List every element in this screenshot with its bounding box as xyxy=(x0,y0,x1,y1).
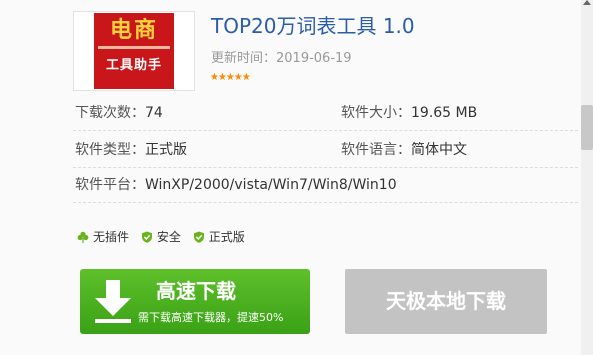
language-info: 软件语言：简体中文 xyxy=(341,140,467,160)
type-value: 正式版 xyxy=(145,142,187,158)
info-row-2: 软件类型：正式版 软件语言：简体中文 xyxy=(73,134,578,168)
fast-download-button[interactable]: 高速下载 需下载高速下载器，提速50% xyxy=(80,269,310,334)
feature-tags: 无插件 安全 正式版 xyxy=(77,229,253,245)
info-row-3: 软件平台：WinXP/2000/vista/Win7/Win8/Win10 xyxy=(73,169,578,203)
platform-info: 软件平台：WinXP/2000/vista/Win7/Win8/Win10 xyxy=(75,175,397,195)
scroll-up-icon[interactable] xyxy=(583,0,591,5)
tag-official: 正式版 xyxy=(193,229,245,245)
downloads-info: 下载次数：74 xyxy=(75,103,163,123)
size-value: 19.65 MB xyxy=(411,105,478,121)
tag-no-plugin: 无插件 xyxy=(77,229,129,245)
app-title: TOP20万词表工具 1.0 xyxy=(211,14,415,38)
update-date: 2019-06-19 xyxy=(276,51,352,66)
local-download-button[interactable]: 天极本地下载 xyxy=(345,269,547,334)
local-download-label: 天极本地下载 xyxy=(386,289,506,313)
downloads-label: 下载次数： xyxy=(75,105,145,121)
update-time: 更新时间：2019-06-19 xyxy=(211,50,352,68)
rating-stars: ★★★★★ xyxy=(210,72,251,83)
type-info: 软件类型：正式版 xyxy=(75,140,187,160)
platform-label: 软件平台： xyxy=(75,177,145,193)
shield-check-icon xyxy=(141,231,152,243)
clover-icon xyxy=(77,231,89,243)
update-label: 更新时间： xyxy=(211,51,277,66)
tag-safe: 安全 xyxy=(141,229,181,245)
size-info: 软件大小：19.65 MB xyxy=(341,103,477,123)
fast-download-sublabel: 需下载高速下载器，提速50% xyxy=(138,311,284,324)
download-arrow-icon xyxy=(95,280,131,323)
type-label: 软件类型： xyxy=(75,142,145,158)
size-label: 软件大小： xyxy=(341,105,411,121)
platform-value: WinXP/2000/vista/Win7/Win8/Win10 xyxy=(145,177,397,193)
logo-badge: 电商 工具助手 xyxy=(94,13,174,89)
logo-text-top: 电商 xyxy=(109,18,158,43)
tag-no-plugin-label: 无插件 xyxy=(93,230,130,244)
logo-divider xyxy=(98,46,170,49)
tag-official-label: 正式版 xyxy=(208,230,245,244)
scrollbar[interactable] xyxy=(581,0,593,355)
tag-safe-label: 安全 xyxy=(156,230,181,244)
language-value: 简体中文 xyxy=(411,142,467,158)
shield-check-icon xyxy=(193,231,204,243)
info-row-1: 下载次数：74 软件大小：19.65 MB xyxy=(73,97,578,131)
downloads-value: 74 xyxy=(145,105,163,121)
download-card: 电商 工具助手 TOP20万词表工具 1.0 更新时间：2019-06-19 ★… xyxy=(0,0,593,355)
scroll-thumb[interactable] xyxy=(581,105,593,150)
app-logo: 电商 工具助手 xyxy=(73,11,195,91)
fast-download-label: 高速下载 xyxy=(156,279,236,303)
language-label: 软件语言： xyxy=(341,142,411,158)
logo-text-bottom: 工具助手 xyxy=(105,58,162,73)
